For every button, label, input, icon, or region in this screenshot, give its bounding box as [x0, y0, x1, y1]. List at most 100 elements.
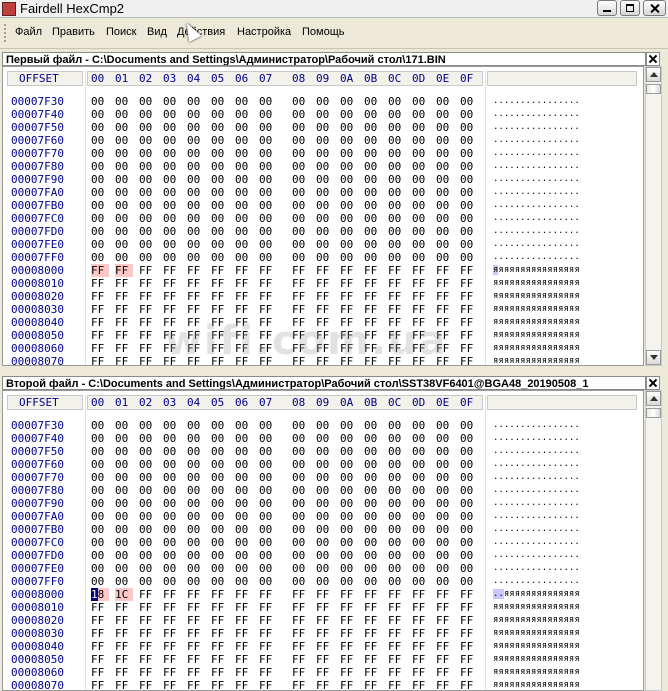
pane1-hex-byte[interactable]: 00 [436, 160, 454, 173]
pane1-hex-byte[interactable]: 00 [187, 134, 205, 147]
pane2-hex-byte[interactable]: FF [412, 653, 430, 666]
pane1-hex-byte[interactable]: FF [115, 329, 133, 342]
pane2-hex-byte[interactable]: FF [163, 666, 181, 679]
pane2-hex-byte[interactable]: 00 [139, 458, 157, 471]
pane2-hex-byte[interactable]: 00 [163, 549, 181, 562]
pane1-hex-byte[interactable]: 00 [292, 134, 310, 147]
pane1-hex-byte[interactable]: 00 [235, 121, 253, 134]
pane1-hex-byte[interactable]: 00 [364, 95, 382, 108]
pane2-hex-byte[interactable]: 00 [340, 484, 358, 497]
pane1-hex-byte[interactable]: FF [259, 303, 277, 316]
pane1-hex-byte[interactable]: 00 [412, 212, 430, 225]
pane1-hex-byte[interactable]: 00 [163, 160, 181, 173]
pane1-hex-byte[interactable]: 00 [235, 147, 253, 160]
pane1-hex-byte[interactable]: 00 [460, 121, 478, 134]
pane2-hex-byte[interactable]: FF [388, 601, 406, 614]
menu-edit[interactable]: Править [52, 25, 95, 39]
pane2-hex-byte[interactable]: FF [187, 614, 205, 627]
pane1-hex-byte[interactable]: 00 [412, 95, 430, 108]
pane2-hex-byte[interactable]: 00 [187, 471, 205, 484]
pane2-hex-byte[interactable]: FF [388, 627, 406, 640]
pane1-ascii-row[interactable]: ................ [493, 238, 580, 251]
pane2-ascii-row[interactable]: ................ [493, 432, 580, 445]
pane1-hex-byte[interactable]: 00 [163, 212, 181, 225]
pane2-hex-byte[interactable]: FF [388, 640, 406, 653]
pane2-hex-byte[interactable]: 00 [259, 432, 277, 445]
pane1-hex-byte[interactable]: FF [436, 303, 454, 316]
pane2-hex-byte[interactable]: FF [460, 679, 478, 690]
pane2-hex-byte[interactable]: 00 [187, 510, 205, 523]
pane2-hex-byte[interactable]: 00 [292, 458, 310, 471]
pane1-ascii-row[interactable]: яяяяяяяяяяяяяяяя [493, 264, 580, 277]
pane1-hex-byte[interactable]: FF [91, 329, 109, 342]
pane2-hex-byte[interactable]: FF [235, 588, 253, 601]
pane1-hex-byte[interactable]: FF [460, 277, 478, 290]
pane1-hex-byte[interactable]: 00 [91, 95, 109, 108]
pane2-hex-byte[interactable]: 00 [91, 445, 109, 458]
pane2-hex-byte[interactable]: 00 [292, 549, 310, 562]
pane2-hex-byte[interactable]: 00 [115, 523, 133, 536]
pane2-hex-byte[interactable]: FF [364, 679, 382, 690]
pane2-hex-byte[interactable]: 00 [235, 536, 253, 549]
pane2-hex-byte[interactable]: FF [235, 653, 253, 666]
pane2-hex-byte[interactable]: FF [460, 653, 478, 666]
pane1-hex-byte[interactable]: 00 [340, 108, 358, 121]
pane1-hex-byte[interactable]: 00 [115, 160, 133, 173]
pane2-ascii-row[interactable]: ................ [493, 497, 580, 510]
pane2-hex-byte[interactable]: 00 [163, 575, 181, 588]
pane2-hex-byte[interactable]: FF [163, 653, 181, 666]
pane2-hex-byte[interactable]: 00 [436, 536, 454, 549]
pane1-hex-byte[interactable]: 00 [316, 134, 334, 147]
pane2-hex-byte[interactable]: 00 [91, 419, 109, 432]
pane1-ascii-row[interactable]: ................ [493, 225, 580, 238]
pane2-ascii-row[interactable]: ................ [493, 562, 580, 575]
pane2-hex-byte[interactable]: 00 [460, 419, 478, 432]
pane1-hex-byte[interactable]: 00 [259, 199, 277, 212]
pane1-hex-byte[interactable]: 00 [436, 186, 454, 199]
pane1-hex-byte[interactable]: 00 [388, 147, 406, 160]
pane1-hex-byte[interactable]: 00 [235, 160, 253, 173]
pane1-hex-byte[interactable]: FF [163, 303, 181, 316]
pane1-hex-byte[interactable]: FF [163, 277, 181, 290]
pane2-hex-byte[interactable]: 00 [187, 484, 205, 497]
pane2-hex-byte[interactable]: FF [412, 640, 430, 653]
pane1-hex-byte[interactable]: 00 [259, 134, 277, 147]
pane1-hex-byte[interactable]: 00 [91, 121, 109, 134]
pane2-hex-byte[interactable]: 00 [115, 562, 133, 575]
pane1-hex-byte[interactable]: 00 [211, 199, 229, 212]
pane1-hex-byte[interactable]: FF [139, 355, 157, 365]
menu-search[interactable]: Поиск [106, 25, 136, 39]
pane1-hex-byte[interactable]: 00 [364, 147, 382, 160]
pane2-hex-byte[interactable]: FF [259, 601, 277, 614]
pane1-hex-byte[interactable]: 00 [139, 147, 157, 160]
pane2-hex-byte[interactable]: 00 [436, 471, 454, 484]
pane2-hex-byte[interactable]: 00 [316, 562, 334, 575]
pane1-hex-byte[interactable]: 00 [436, 173, 454, 186]
pane2-hex-byte[interactable]: 00 [436, 497, 454, 510]
pane2-hex-byte[interactable]: 00 [364, 419, 382, 432]
pane2-hex-view[interactable]: OFFSET 00 01 02 03 04 05 06 07 08 09 0A 0B 0C 0D 0E 0F 00… [2, 390, 644, 691]
pane1-hex-byte[interactable]: FF [139, 316, 157, 329]
pane1-hex-byte[interactable]: 00 [364, 251, 382, 264]
pane2-hex-byte[interactable]: 00 [292, 510, 310, 523]
pane2-hex-byte[interactable]: 00 [412, 432, 430, 445]
pane2-hex-byte[interactable]: FF [412, 679, 430, 690]
pane1-hex-byte[interactable]: 00 [115, 186, 133, 199]
pane2-hex-byte[interactable]: 00 [211, 562, 229, 575]
pane2-hex-byte[interactable]: FF [187, 653, 205, 666]
pane2-hex-byte[interactable]: 00 [460, 471, 478, 484]
pane1-hex-byte[interactable]: 00 [460, 238, 478, 251]
pane1-hex-byte[interactable]: 00 [388, 121, 406, 134]
pane2-hex-byte[interactable]: FF [259, 588, 277, 601]
pane2-ascii-row[interactable]: ................ [493, 510, 580, 523]
pane2-hex-byte[interactable]: FF [436, 588, 454, 601]
pane2-hex-byte[interactable]: 00 [460, 510, 478, 523]
pane2-hex-byte[interactable]: FF [163, 614, 181, 627]
pane1-hex-byte[interactable]: 00 [388, 199, 406, 212]
pane2-hex-byte[interactable]: FF [316, 614, 334, 627]
pane1-hex-byte[interactable]: 00 [388, 160, 406, 173]
pane2-hex-byte[interactable]: 00 [340, 575, 358, 588]
pane2-hex-byte[interactable]: 00 [163, 562, 181, 575]
pane1-hex-byte[interactable]: FF [364, 290, 382, 303]
pane2-hex-byte[interactable]: FF [115, 666, 133, 679]
